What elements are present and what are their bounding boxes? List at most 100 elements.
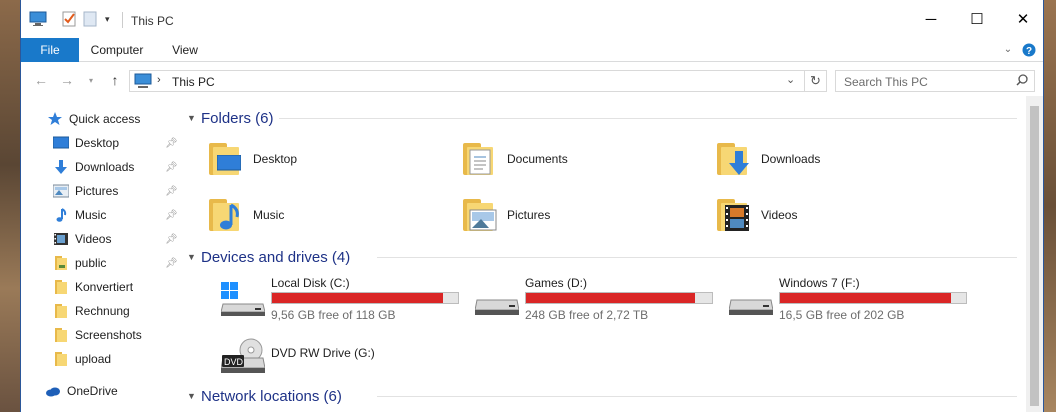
folder-downloads[interactable]: Downloads	[713, 136, 820, 182]
drive-free-space: 248 GB free of 2,72 TB	[525, 308, 649, 322]
drive-usage-bar	[271, 292, 459, 304]
drive-usage-bar	[525, 292, 713, 304]
pin-icon[interactable]: 📌︎	[165, 138, 178, 149]
collapse-chevron-icon[interactable]: ▼	[187, 252, 201, 262]
hard-drive-icon	[474, 282, 520, 316]
group-devices-header[interactable]: ▼ Devices and drives (4)	[187, 247, 1017, 267]
folder-label: Downloads	[761, 152, 821, 166]
folder-pictures[interactable]: Pictures	[459, 192, 550, 238]
drive-usage-fill	[780, 293, 952, 303]
dvd-badge: DVD	[224, 357, 244, 367]
search-input[interactable]: Search This PC	[835, 70, 1035, 92]
breadcrumb-chevron-icon[interactable]: ›	[157, 74, 161, 86]
sidebar-item-rechnung[interactable]: Rechnung	[21, 300, 181, 322]
sidebar-item-downloads[interactable]: Downloads 📌︎	[21, 156, 181, 178]
folder-icon	[53, 279, 69, 295]
star-icon	[47, 111, 63, 127]
collapse-chevron-icon[interactable]: ▼	[187, 113, 201, 123]
folder-icon	[53, 351, 69, 367]
content-pane: ▼ Folders (6) Desktop Documents Download…	[187, 100, 1045, 412]
sidebar-item-public[interactable]: public 📌︎	[21, 252, 181, 274]
search-placeholder: Search This PC	[844, 75, 928, 89]
breadcrumb[interactable]: This PC	[172, 75, 215, 89]
music-folder-icon	[205, 197, 245, 233]
documents-folder-icon	[459, 141, 499, 177]
folder-desktop[interactable]: Desktop	[205, 136, 297, 182]
tab-view[interactable]: View	[155, 38, 215, 62]
folder-videos[interactable]: Videos	[713, 192, 797, 238]
sidebar-item-label: Desktop	[75, 136, 120, 150]
collapse-chevron-icon[interactable]: ▼	[187, 391, 201, 401]
pin-icon[interactable]: 📌︎	[165, 186, 178, 197]
group-folders-header[interactable]: ▼ Folders (6)	[187, 108, 1017, 128]
navigation-pane: Quick access Desktop 📌︎ Downloads 📌︎ Pic…	[21, 100, 181, 412]
group-divider	[377, 396, 1017, 397]
sidebar-item-label: Konvertiert	[75, 280, 134, 294]
folder-label: Desktop	[253, 152, 298, 166]
drive-usage-bar	[779, 292, 967, 304]
downloads-icon	[53, 159, 69, 175]
up-arrow-icon[interactable]: ↑	[105, 70, 125, 90]
group-title: Folders (6)	[201, 109, 274, 127]
sidebar-item-label: Music	[75, 208, 107, 222]
scrollbar-thumb[interactable]	[1030, 106, 1039, 406]
sidebar-item-quick-access[interactable]: Quick access	[21, 108, 181, 130]
drive-d[interactable]: Games (D:) 248 GB free of 2,72 TB	[474, 276, 725, 322]
drive-g-dvd[interactable]: DVD DVD RW Drive (G:)	[220, 332, 471, 378]
refresh-icon[interactable]: ↻	[810, 73, 821, 89]
address-dropdown-icon[interactable]: ⌄	[786, 73, 795, 86]
pin-icon[interactable]: 📌︎	[165, 162, 178, 173]
help-icon[interactable]: ?	[1021, 38, 1037, 62]
folder-label: Documents	[507, 152, 568, 166]
folder-icon	[53, 255, 69, 271]
address-row: ← → ▾ ↑ › This PC ⌄ ↻ Search This PC	[21, 66, 1043, 96]
tab-file[interactable]: File	[21, 38, 79, 62]
this-pc-icon[interactable]	[29, 10, 47, 28]
drive-usage-fill	[272, 293, 444, 303]
sidebar-item-onedrive[interactable]: OneDrive	[21, 380, 181, 402]
address-divider	[804, 70, 805, 92]
sidebar-item-konvertiert[interactable]: Konvertiert	[21, 276, 181, 298]
ribbon-tabs: File Computer View ⌄ ?	[21, 38, 1043, 62]
folder-documents[interactable]: Documents	[459, 136, 568, 182]
sidebar-item-videos[interactable]: Videos 📌︎	[21, 228, 181, 250]
sidebar-item-music[interactable]: Music 📌︎	[21, 204, 181, 226]
sidebar-item-upload[interactable]: upload	[21, 348, 181, 370]
close-button[interactable]: ✕	[1000, 0, 1046, 38]
sidebar-item-screenshots[interactable]: Screenshots	[21, 324, 181, 346]
sidebar-item-desktop[interactable]: Desktop 📌︎	[21, 132, 181, 154]
address-bar[interactable]: › This PC ⌄ ↻	[129, 70, 827, 92]
back-arrow-icon[interactable]: ←	[31, 70, 51, 90]
sidebar-item-label: OneDrive	[67, 384, 118, 398]
group-network-header[interactable]: ▼ Network locations (6)	[187, 386, 1017, 406]
sidebar-item-label: Rechnung	[75, 304, 130, 318]
pin-icon[interactable]: 📌︎	[165, 210, 178, 221]
forward-arrow-icon[interactable]: →	[57, 70, 77, 90]
hard-drive-icon	[728, 282, 774, 316]
vertical-scrollbar[interactable]	[1026, 96, 1043, 412]
sidebar-item-label: public	[75, 256, 107, 270]
minimize-button[interactable]: ─	[908, 0, 954, 38]
pictures-icon	[52, 183, 70, 199]
tab-computer[interactable]: Computer	[79, 38, 155, 62]
expand-ribbon-chevron-icon[interactable]: ⌄	[1001, 38, 1015, 62]
folder-label: Pictures	[507, 208, 551, 222]
desktop-icon	[52, 135, 70, 151]
folder-icon	[53, 303, 69, 319]
explorer-window: ▾ This PC ─ ☐ ✕ File Computer View ⌄ ? ←…	[20, 0, 1044, 412]
drive-f[interactable]: Windows 7 (F:) 16,5 GB free of 202 GB	[728, 276, 979, 322]
windows-drive-icon	[220, 282, 266, 316]
pin-icon[interactable]: 📌︎	[165, 234, 178, 245]
videos-folder-icon	[713, 197, 753, 233]
new-folder-icon[interactable]	[83, 10, 97, 28]
pin-icon[interactable]: 📌︎	[165, 258, 178, 269]
sidebar-item-pictures[interactable]: Pictures 📌︎	[21, 180, 181, 202]
recent-locations-chevron-icon[interactable]: ▾	[85, 70, 97, 90]
drive-c[interactable]: Local Disk (C:) 9,56 GB free of 118 GB	[220, 276, 471, 322]
sidebar-item-label: upload	[75, 352, 112, 366]
folder-music[interactable]: Music	[205, 192, 284, 238]
maximize-button[interactable]: ☐	[954, 0, 1000, 38]
search-icon[interactable]	[1016, 74, 1028, 89]
customize-toolbar-chevron-icon[interactable]: ▾	[105, 10, 110, 28]
properties-icon[interactable]	[61, 10, 77, 28]
